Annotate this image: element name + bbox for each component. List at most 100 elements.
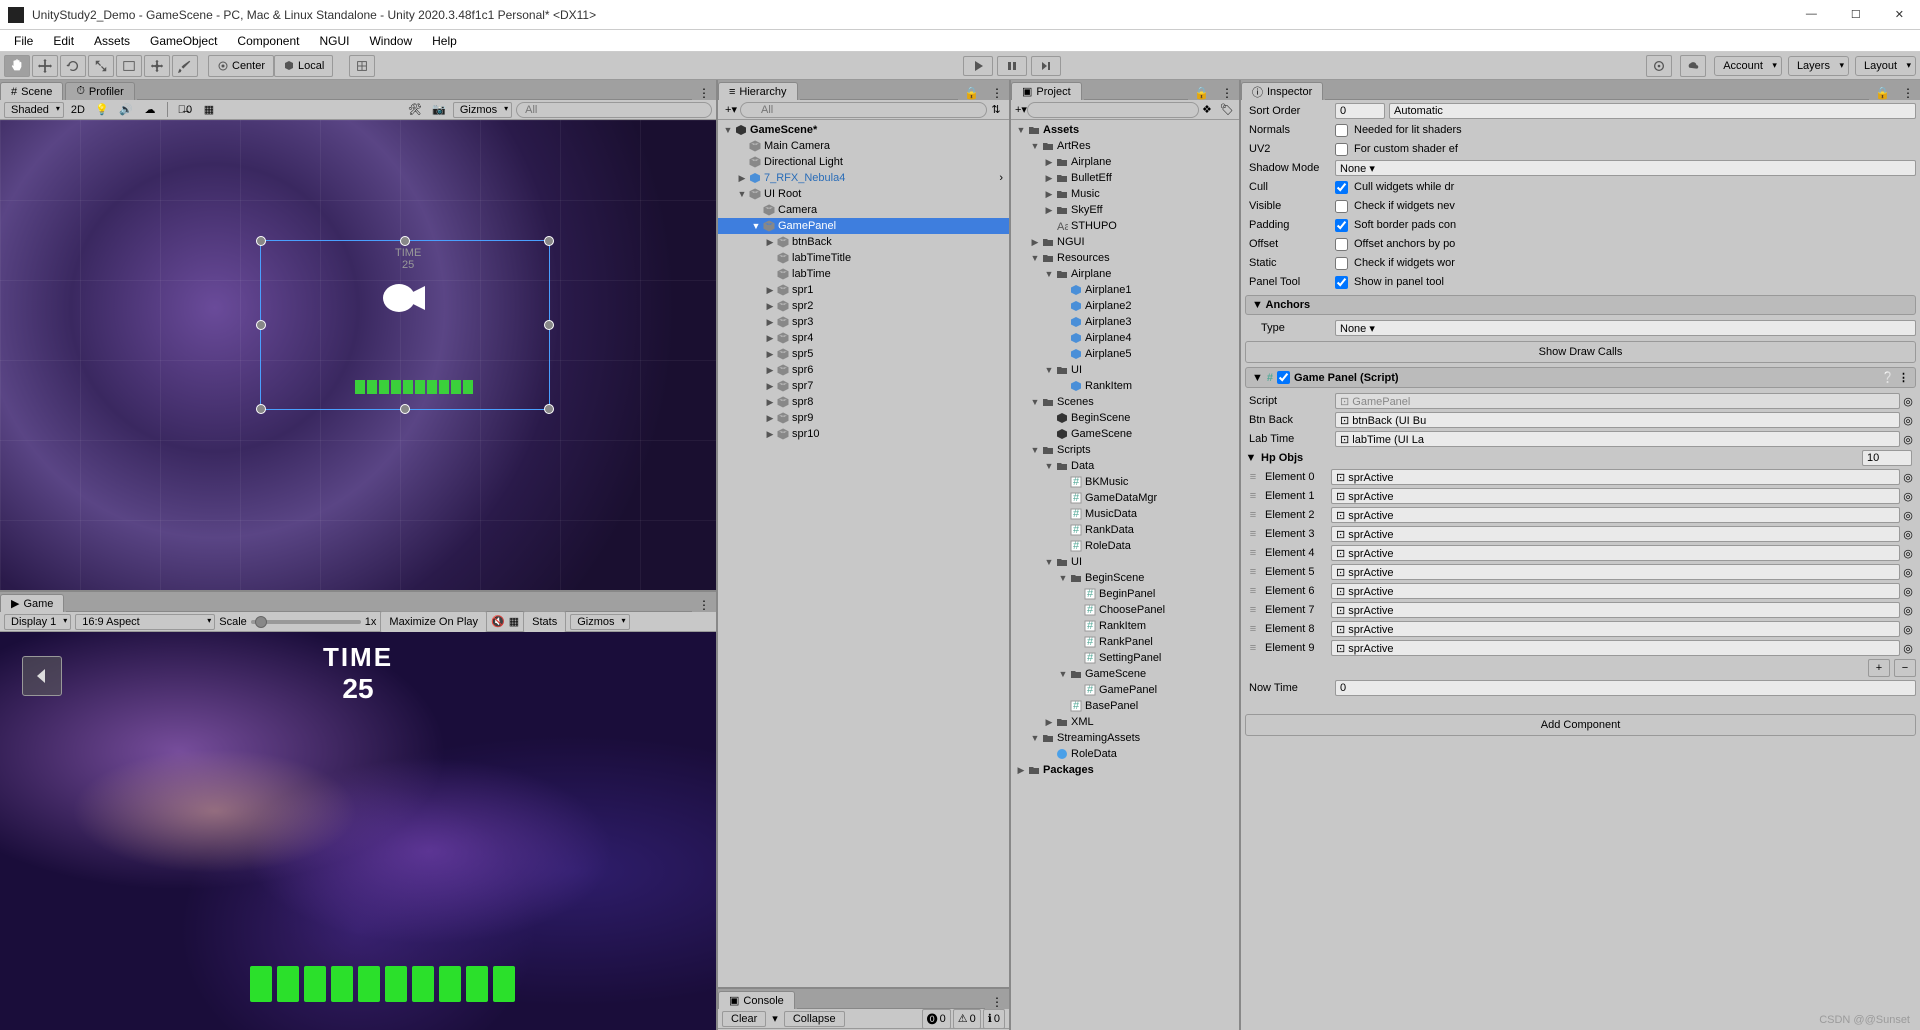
project-filter-type-icon[interactable]: ❖ [1199,103,1215,116]
object-field[interactable]: ⊡ labTime (UI La [1335,431,1900,447]
drag-handle-icon[interactable]: ≡ [1245,642,1261,654]
play-button[interactable] [963,56,993,76]
menu-help[interactable]: Help [422,31,467,51]
expand-arrow[interactable]: ▶ [1043,205,1055,216]
expand-arrow[interactable]: ▼ [736,189,748,199]
minimize-button[interactable]: — [1798,4,1825,25]
hierarchy-search-input[interactable] [740,102,987,118]
expand-arrow[interactable]: ▼ [1029,141,1041,151]
console-clear-button[interactable]: Clear [722,1011,766,1027]
console-warn-filter[interactable]: ⚠0 [953,1009,981,1029]
object-field[interactable]: ⊡ sprActive [1331,583,1900,599]
tab-project[interactable]: ▣Project [1011,82,1082,100]
pivot-center-toggle[interactable]: Center [208,55,274,77]
step-button[interactable] [1031,56,1061,76]
menu-edit[interactable]: Edit [43,31,84,51]
tree-item-airplane4[interactable]: Airplane4 [1011,330,1239,346]
stats-icon[interactable]: ▦ [509,615,519,628]
hierarchy-lock-icon[interactable]: 🔒 [958,86,985,100]
project-tree[interactable]: ▼Assets▼ArtRes▶Airplane▶BulletEff▶Music▶… [1011,120,1239,1030]
hand-tool[interactable] [4,55,30,77]
expand-arrow[interactable]: ▶ [764,237,776,248]
expand-arrow[interactable]: ▶ [764,413,776,424]
tree-item-beginscene[interactable]: ▼BeginScene [1011,570,1239,586]
expand-arrow[interactable]: ▼ [1043,461,1055,471]
shading-mode-dropdown[interactable]: Shaded [4,102,64,118]
tree-item-rankpanel[interactable]: #RankPanel [1011,634,1239,650]
object-picker-icon[interactable]: ◎ [1900,433,1916,446]
drag-handle-icon[interactable]: ≡ [1245,566,1261,578]
pause-button[interactable] [997,56,1027,76]
console-error-filter[interactable]: ⓿0 [922,1009,951,1029]
expand-arrow[interactable]: ▼ [1029,445,1041,455]
tree-item-resources[interactable]: ▼Resources [1011,250,1239,266]
tree-item-gamedatamgr[interactable]: #GameDataMgr [1011,490,1239,506]
display-dropdown[interactable]: Display 1 [4,614,71,630]
object-field[interactable]: ⊡ sprActive [1331,621,1900,637]
expand-arrow[interactable]: ▼ [1043,269,1055,279]
hierarchy-tree[interactable]: ▼GameScene*Main CameraDirectional Light▶… [718,120,1009,987]
object-picker-icon[interactable]: ◎ [1900,414,1916,427]
prop-checkbox[interactable] [1335,143,1348,156]
array-remove-button[interactable]: − [1894,659,1916,677]
tree-item-beginpanel[interactable]: #BeginPanel [1011,586,1239,602]
scene-view[interactable]: TIME25 [0,120,716,590]
console-info-filter[interactable]: ℹ0 [983,1009,1005,1029]
object-field[interactable]: ⊡ sprActive [1331,488,1900,504]
object-field[interactable]: ⊡ GamePanel [1335,393,1900,409]
aspect-dropdown[interactable]: 16:9 Aspect [75,614,215,630]
tree-item-ui[interactable]: ▼UI [1011,362,1239,378]
tree-item-spr6[interactable]: ▶spr6 [718,362,1009,378]
expand-arrow[interactable]: ▶ [764,365,776,376]
prop-checkbox[interactable] [1335,238,1348,251]
lighting-toggle-icon[interactable]: 💡 [92,101,112,119]
tree-item-spr1[interactable]: ▶spr1 [718,282,1009,298]
object-picker-icon[interactable]: ◎ [1900,566,1916,579]
expand-arrow[interactable]: ▼ [1057,573,1069,583]
expand-arrow[interactable]: ▶ [764,349,776,360]
expand-arrow[interactable]: ▼ [722,125,734,135]
maximize-on-play-toggle[interactable]: Maximize On Play [380,611,487,633]
drag-handle-icon[interactable]: ≡ [1245,509,1261,521]
tree-item-spr10[interactable]: ▶spr10 [718,426,1009,442]
tree-item-roledata[interactable]: RoleData [1011,746,1239,762]
tree-item-roledata[interactable]: #RoleData [1011,538,1239,554]
scene-tab-menu[interactable]: ⋮ [692,86,716,100]
tree-item-sthupo[interactable]: AaSTHUPO [1011,218,1239,234]
expand-arrow[interactable]: ▶ [736,173,748,184]
tree-item-airplane3[interactable]: Airplane3 [1011,314,1239,330]
script-enabled-checkbox[interactable] [1277,371,1290,384]
game-tab-menu[interactable]: ⋮ [692,598,716,612]
tree-item-spr2[interactable]: ▶spr2 [718,298,1009,314]
layers-dropdown[interactable]: Layers [1788,56,1849,76]
tree-item-streamingassets[interactable]: ▼StreamingAssets [1011,730,1239,746]
tree-item-main-camera[interactable]: Main Camera [718,138,1009,154]
tree-item-airplane2[interactable]: Airplane2 [1011,298,1239,314]
tree-item-spr3[interactable]: ▶spr3 [718,314,1009,330]
object-field[interactable]: ⊡ sprActive [1331,469,1900,485]
expand-arrow[interactable]: ▼ [750,221,762,231]
tree-item-bulleteff[interactable]: ▶BulletEff [1011,170,1239,186]
tree-item-spr5[interactable]: ▶spr5 [718,346,1009,362]
pivot-local-toggle[interactable]: Local [274,55,333,77]
object-picker-icon[interactable]: ◎ [1900,547,1916,560]
tree-item-airplane5[interactable]: Airplane5 [1011,346,1239,362]
drag-handle-icon[interactable]: ≡ [1245,528,1261,540]
project-filter-label-icon[interactable]: 🏷 [1217,103,1237,116]
drag-handle-icon[interactable]: ≡ [1245,604,1261,616]
object-field[interactable]: ⊡ sprActive [1331,526,1900,542]
game-view[interactable]: TIME 25 [0,632,716,1030]
tree-item-artres[interactable]: ▼ArtRes [1011,138,1239,154]
tree-item-beginscene[interactable]: BeginScene [1011,410,1239,426]
camera-settings-icon[interactable]: 📷 [429,101,449,119]
object-picker-icon[interactable]: ◎ [1900,509,1916,522]
console-tab-menu[interactable]: ⋮ [985,995,1009,1009]
object-picker-icon[interactable]: ◎ [1900,490,1916,503]
object-field[interactable]: ⊡ sprActive [1331,545,1900,561]
tree-item-musicdata[interactable]: #MusicData [1011,506,1239,522]
close-button[interactable]: ✕ [1887,4,1912,25]
tree-item-airplane[interactable]: ▼Airplane [1011,266,1239,282]
add-component-button[interactable]: Add Component [1245,714,1916,736]
tree-item-7-rfx-nebula4[interactable]: ▶7_RFX_Nebula4› [718,170,1009,186]
hierarchy-create-button[interactable]: +▾ [722,103,740,116]
